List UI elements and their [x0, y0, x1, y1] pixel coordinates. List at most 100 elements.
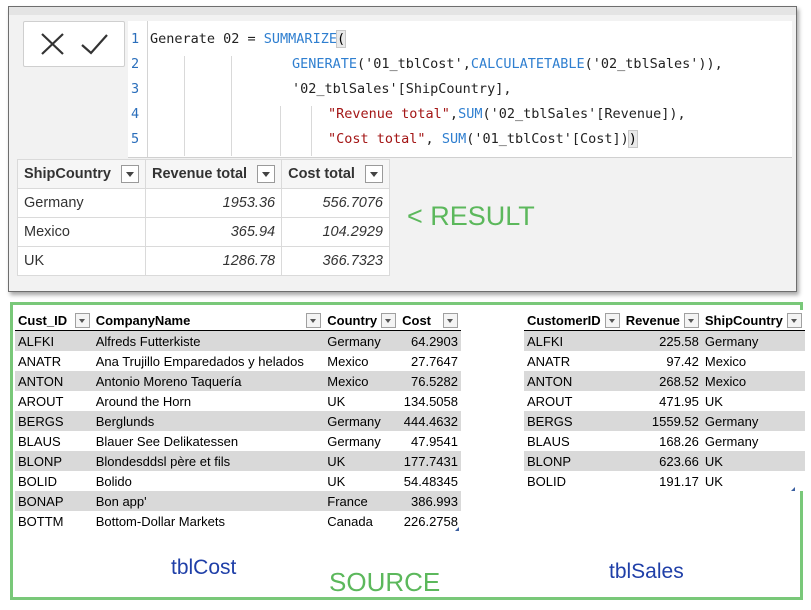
tblsales-cell[interactable]: 191.17 [622, 471, 702, 491]
tblcost-cell[interactable]: AROUT [15, 391, 93, 411]
filter-dropdown-button[interactable] [443, 312, 458, 328]
tblcost-cell[interactable]: 64.2903 [399, 330, 461, 351]
tblsales-cell[interactable]: 623.66 [622, 451, 702, 471]
filter-dropdown-button[interactable] [257, 165, 276, 183]
cancel-button[interactable] [36, 28, 70, 60]
tblcost-cell[interactable]: France [324, 491, 400, 511]
tblcost-cell[interactable]: BOLID [15, 471, 93, 491]
code-line[interactable]: GENERATE('01_tblCost',CALCULATETABLE('02… [292, 52, 723, 77]
tblsales-cell[interactable]: BLAUS [524, 431, 623, 451]
filter-dropdown-button[interactable] [74, 312, 90, 328]
tblcost-cell[interactable]: Germany [324, 411, 400, 431]
tblcost-cell[interactable]: UK [324, 391, 400, 411]
code-token: ( [335, 30, 347, 48]
filter-dropdown-button[interactable] [121, 165, 139, 183]
tblcost-cell[interactable]: Berglunds [92, 411, 325, 431]
tblcost-cell[interactable]: Blondesddsl père et fils [92, 451, 325, 471]
tblcost-cell[interactable]: BOTTM [15, 511, 93, 531]
result-cell[interactable]: 1953.36 [144, 188, 283, 218]
filter-dropdown-button[interactable] [381, 312, 397, 328]
filter-dropdown-button[interactable] [306, 312, 322, 328]
tblcost-cell[interactable]: Around the Horn [92, 391, 325, 411]
tblsales-cell[interactable]: 268.52 [622, 371, 702, 391]
tblsales-cell[interactable]: 168.26 [622, 431, 702, 451]
tblsales-cell[interactable]: 225.58 [622, 330, 702, 351]
tblcost-cell[interactable]: UK [324, 471, 400, 491]
tblcost-cell[interactable]: Bon app' [92, 491, 325, 511]
tblcost-cell[interactable]: 386.993 [399, 491, 461, 511]
tblcost-cell[interactable]: Mexico [324, 371, 400, 391]
indent-guide [280, 106, 281, 156]
tblcost-cell[interactable]: 47.9541 [399, 431, 461, 451]
tblsales-cell[interactable]: Germany [701, 330, 805, 351]
tblcost-cell[interactable]: 54.48345 [399, 471, 461, 491]
tblcost-row: BOLID Bolido UK 54.48345 [15, 471, 461, 491]
result-cell[interactable]: Mexico [17, 217, 146, 247]
tblsales-cell[interactable]: BLONP [524, 451, 623, 471]
tblcost-cell[interactable]: 134.5058 [399, 391, 461, 411]
tblsales-cell[interactable]: ALFKI [524, 330, 623, 351]
tblcost-cell[interactable]: BLAUS [15, 431, 93, 451]
tblsales-cell[interactable]: Germany [701, 411, 805, 431]
tblcost-cell[interactable]: Canada [324, 511, 400, 531]
tblcost-cell[interactable]: 27.7647 [399, 351, 461, 371]
tblcost-cell[interactable]: Ana Trujillo Emparedados y helados [92, 351, 325, 371]
tblcost-cell[interactable]: Germany [324, 431, 400, 451]
tblcost-cell[interactable]: BERGS [15, 411, 93, 431]
tblcost-cell[interactable]: UK [324, 451, 400, 471]
table-resize-handle[interactable] [455, 527, 459, 531]
tblsales-cell[interactable]: BERGS [524, 411, 623, 431]
tblcost-cell[interactable]: 177.7431 [399, 451, 461, 471]
filter-dropdown-button[interactable] [364, 165, 383, 183]
tblsales-cell[interactable]: Mexico [701, 351, 805, 371]
code-line[interactable]: Generate 02 = SUMMARIZE( [150, 27, 347, 52]
result-cell[interactable]: 556.7076 [281, 188, 390, 218]
dax-editor-panel: 1 Generate 02 = SUMMARIZE(2 GENERATE('01_t… [8, 6, 797, 292]
tblcost-cell[interactable]: ANTON [15, 371, 93, 391]
tblcost-cell[interactable]: BONAP [15, 491, 93, 511]
result-cell[interactable]: 104.2929 [281, 217, 390, 247]
tblsales-cell[interactable]: Germany [701, 431, 805, 451]
tblcost-cell[interactable]: 226.2758 [399, 511, 461, 531]
commit-button[interactable] [78, 28, 112, 60]
tblsales-cell[interactable]: 97.42 [622, 351, 702, 371]
code-line[interactable]: "Revenue total",SUM('02_tblSales'[Revenu… [328, 102, 686, 127]
filter-dropdown-button[interactable] [786, 312, 802, 328]
code-line[interactable]: '02_tblSales'[ShipCountry], [292, 77, 511, 102]
tblsales-cell[interactable]: 471.95 [622, 391, 702, 411]
result-col-label: Cost total [288, 166, 355, 182]
tblsales-row: BLONP 623.66 UK [524, 451, 805, 471]
result-row: UK 1286.78 366.7323 [17, 246, 390, 276]
result-cell[interactable]: 1286.78 [144, 246, 283, 276]
tblsales-cell[interactable]: Mexico [701, 371, 805, 391]
tblcost-cell[interactable]: Bolido [92, 471, 325, 491]
tblcost-cell[interactable]: Alfreds Futterkiste [92, 330, 325, 351]
tblcost-cell[interactable]: 76.5282 [399, 371, 461, 391]
tblcost-cell[interactable]: ANATR [15, 351, 93, 371]
tblsales-cell[interactable]: ANATR [524, 351, 623, 371]
tblcost-cell[interactable]: BLONP [15, 451, 93, 471]
code-line[interactable]: "Cost total", SUM('01_tblCost'[Cost])) [328, 127, 638, 152]
tblsales-cell[interactable]: UK [701, 471, 805, 491]
tblsales-cell[interactable]: UK [701, 451, 805, 471]
result-cell[interactable]: 365.94 [144, 217, 283, 247]
filter-dropdown-button[interactable] [683, 312, 699, 328]
tblcost-cell[interactable]: Blauer See Delikatessen [92, 431, 325, 451]
tblcost-cell[interactable]: ALFKI [15, 330, 93, 351]
table-resize-handle[interactable] [791, 487, 795, 491]
tblsales-cell[interactable]: UK [701, 391, 805, 411]
tblsales-cell[interactable]: BOLID [524, 471, 623, 491]
tblcost-cell[interactable]: Mexico [324, 351, 400, 371]
formula-editor[interactable]: 1 Generate 02 = SUMMARIZE(2 GENERATE('01_t… [128, 21, 792, 158]
result-cell[interactable]: Germany [17, 188, 146, 218]
tblcost-cell[interactable]: Antonio Moreno Taquería [92, 371, 325, 391]
tblcost-cell[interactable]: Germany [324, 330, 400, 351]
filter-dropdown-button[interactable] [604, 312, 620, 328]
tblsales-cell[interactable]: 1559.52 [622, 411, 702, 431]
tblsales-cell[interactable]: ANTON [524, 371, 623, 391]
tblcost-cell[interactable]: Bottom-Dollar Markets [92, 511, 325, 531]
tblsales-cell[interactable]: AROUT [524, 391, 623, 411]
tblcost-cell[interactable]: 444.4632 [399, 411, 461, 431]
result-cell[interactable]: UK [17, 246, 146, 276]
result-cell[interactable]: 366.7323 [281, 246, 390, 276]
